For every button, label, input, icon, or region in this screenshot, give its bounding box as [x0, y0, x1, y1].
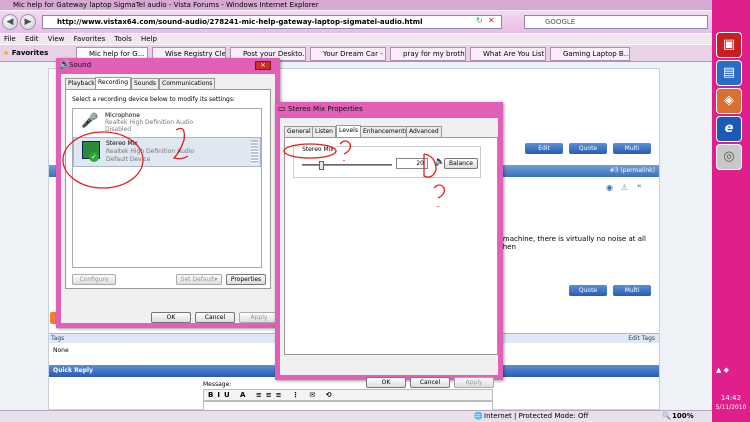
taskbar-volume-icon[interactable]: ◎: [716, 144, 742, 170]
taskbar-app-icon[interactable]: ▣: [716, 32, 742, 58]
tray-icons[interactable]: ▲ ◆: [716, 366, 729, 374]
taskbar-media-icon[interactable]: ◈: [716, 88, 742, 114]
annotation-question-3: [433, 184, 446, 207]
annotation-circle-mute: [423, 153, 437, 178]
taskbar-ie-icon[interactable]: e: [716, 116, 742, 142]
red-annotations: [62, 127, 446, 207]
taskbar-window-icon[interactable]: ▤: [716, 60, 742, 86]
clock-time[interactable]: 14:42: [714, 394, 748, 402]
clock-date[interactable]: 5/11/2010: [714, 404, 748, 411]
annotation-circle-device: [62, 131, 144, 189]
annotation-question-2: [339, 140, 352, 161]
annotation-circle-label: [283, 143, 337, 159]
annotation-question-1: [172, 127, 189, 160]
